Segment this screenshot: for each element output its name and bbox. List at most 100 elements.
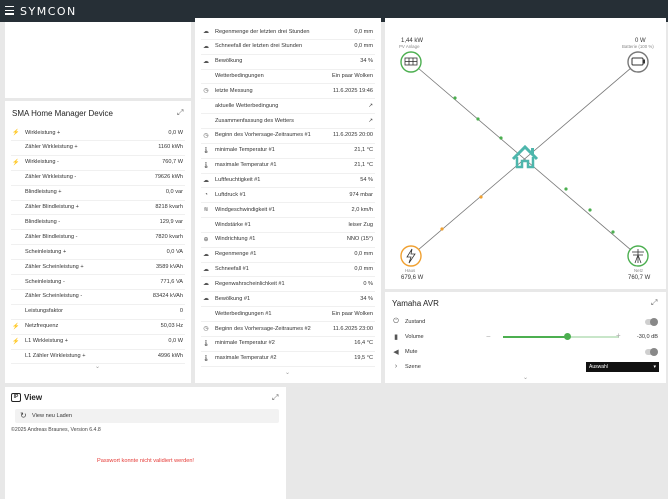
data-row[interactable]: aktuelle Wetterbedingung ↗ bbox=[195, 98, 381, 113]
row-label: Leistungsfaktor bbox=[25, 308, 63, 315]
volume-minus-button[interactable]: − bbox=[486, 332, 491, 341]
expand-icon[interactable]: ⤢ bbox=[272, 394, 280, 402]
row-value: 0,0 mm bbox=[354, 28, 373, 35]
menu-icon[interactable] bbox=[5, 6, 14, 15]
house-node bbox=[400, 245, 422, 267]
row-value: 0,0 mm bbox=[354, 251, 373, 258]
yamaha-avr-card: Yamaha AVR ⤢ ⏻ Zustand ▮ Volume − + -30,… bbox=[385, 292, 666, 383]
reload-button-label: View neu Laden bbox=[32, 413, 73, 419]
data-row: ☁ Schneefall #1 0,0 mm bbox=[195, 262, 381, 277]
mute-toggle[interactable] bbox=[645, 348, 658, 356]
row-label: Luftdruck #1 bbox=[215, 191, 246, 198]
row-value: 54 % bbox=[360, 177, 373, 183]
reload-view-button[interactable]: ↻ View neu Laden bbox=[15, 409, 279, 423]
row-value: 760,7 W bbox=[162, 159, 183, 166]
volume-slider[interactable] bbox=[503, 333, 619, 340]
row-label: Luftfeuchtigkeit #1 bbox=[215, 177, 261, 183]
row-label: Zähler Wirkleistung + bbox=[25, 144, 78, 151]
zustand-toggle[interactable] bbox=[645, 318, 658, 326]
row-label: Schneefall der letzten drei Stunden bbox=[215, 43, 303, 50]
blank-card bbox=[5, 22, 191, 98]
data-row: Zähler Wirkleistung + 1160 kWh bbox=[5, 140, 191, 155]
flow-dot bbox=[440, 227, 444, 231]
data-row: 🌡 minimale Temperatur #2 16,4 °C bbox=[195, 336, 381, 351]
row-value: 0,0 VA bbox=[166, 248, 183, 255]
house-value: 679,6 W bbox=[401, 275, 424, 281]
row-label: Regenmenge #1 bbox=[215, 251, 257, 258]
data-row: 🌡 maximale Temperatur #1 21,1 °C bbox=[195, 158, 381, 173]
row-label: Blindleistung + bbox=[25, 189, 62, 196]
volume-value: -30,0 dB bbox=[636, 333, 658, 340]
app-brand: SYMCON bbox=[20, 5, 77, 18]
data-row: 🌡 minimale Temperatur #1 21,1 °C bbox=[195, 143, 381, 158]
row-label: Beginn des Vorhersage-Zeitraumes #1 bbox=[215, 132, 311, 139]
row-value: 0,0 W bbox=[168, 338, 183, 345]
row-label: Wetterbedingungen bbox=[215, 73, 264, 80]
external-link-icon[interactable]: ↗ bbox=[368, 103, 373, 109]
data-row[interactable]: Zusammenfassung des Wetters ↗ bbox=[195, 113, 381, 128]
data-row: Zähler Blindleistung - 7820 kvarh bbox=[5, 229, 191, 244]
card-title: Yamaha AVR bbox=[392, 299, 439, 308]
row-value: leiser Zug bbox=[348, 221, 373, 228]
data-row: Scheinleistung + 0,0 VA bbox=[5, 244, 191, 259]
data-row: ⚡ Wirkleistung - 760,7 W bbox=[5, 155, 191, 170]
row-label: Scheinleistung + bbox=[25, 248, 67, 255]
row-value: 21,1 °C bbox=[354, 162, 373, 169]
divider bbox=[201, 365, 375, 367]
chevron-down-icon[interactable]: ⌄ bbox=[285, 369, 290, 376]
volume-icon: ▮ bbox=[394, 333, 398, 341]
cloud-icon: ☁ bbox=[203, 281, 209, 288]
external-link-icon[interactable]: ↗ bbox=[368, 118, 373, 124]
row-value: 2,0 km/h bbox=[351, 206, 373, 213]
expand-icon[interactable]: ⤢ bbox=[177, 109, 185, 117]
data-row: ☁ Schneefall der letzten drei Stunden 0,0 … bbox=[195, 39, 381, 54]
avr-szene-row: › Szene Auswahl ▾ bbox=[385, 359, 666, 374]
chevron-down-icon[interactable]: ⌄ bbox=[95, 363, 100, 370]
row-value: 19,5 °C bbox=[354, 355, 373, 362]
szene-select[interactable]: Auswahl ▾ bbox=[586, 362, 659, 372]
row-label: Bewölkung #1 bbox=[215, 295, 251, 302]
row-label: Zähler Blindleistung - bbox=[25, 233, 78, 240]
data-row: L1 Zähler Wirkleistung + 4996 kWh bbox=[5, 349, 191, 364]
row-label: Netzfrequenz bbox=[25, 323, 59, 330]
row-label: Zähler Wirkleistung - bbox=[25, 174, 77, 181]
thermometer-icon: 🌡 bbox=[202, 162, 210, 169]
volume-slider-handle[interactable] bbox=[564, 333, 572, 340]
flow-dot bbox=[611, 230, 615, 234]
data-row: Zähler Wirkleistung - 79626 kWh bbox=[5, 170, 191, 185]
row-label: aktuelle Wetterbedingung bbox=[215, 102, 279, 109]
row-value: 11.6.2025 19:46 bbox=[332, 87, 373, 94]
wind-icon: ≋ bbox=[203, 207, 209, 214]
row-value: 83424 kVAh bbox=[152, 293, 183, 300]
volume-plus-button[interactable]: + bbox=[616, 331, 621, 340]
row-label: Szene bbox=[405, 363, 421, 370]
row-label: Zähler Scheinleistung - bbox=[25, 293, 83, 300]
data-row: 🌡 maximale Temperatur #2 19,5 °C bbox=[195, 351, 381, 366]
house-icon bbox=[511, 144, 539, 169]
row-label: Zustand bbox=[405, 318, 426, 325]
expand-icon[interactable]: ⤢ bbox=[651, 299, 659, 307]
cloud-icon: ☁ bbox=[203, 58, 209, 65]
data-row: Wetterbedingungen #1 Ein paar Wolken bbox=[195, 306, 381, 321]
bolt-icon: ⚡ bbox=[12, 159, 20, 166]
row-label: Zusammenfassung des Wetters bbox=[215, 117, 294, 124]
row-value: 0,0 W bbox=[168, 129, 183, 136]
thermometer-icon: 🌡 bbox=[202, 355, 210, 362]
chevron-down-icon[interactable]: ⌄ bbox=[523, 374, 528, 381]
dropdown-arrow-icon: ▾ bbox=[653, 364, 656, 370]
clock-icon: ◷ bbox=[203, 132, 209, 139]
data-row: Blindleistung - 129,9 var bbox=[5, 214, 191, 229]
szene-select-value: Auswahl bbox=[589, 364, 608, 370]
battery-label: Batterie (100 %) bbox=[622, 44, 654, 49]
cloud-icon: ☁ bbox=[203, 43, 209, 50]
row-value: Ein paar Wolken bbox=[332, 73, 373, 80]
chevron-right-icon: › bbox=[394, 363, 398, 370]
data-row: ☁ Luftfeuchtigkeit #1 54 % bbox=[195, 173, 381, 188]
grid-label: Netz bbox=[634, 268, 643, 273]
cloud-icon: ☁ bbox=[203, 296, 209, 303]
cloud-icon: ☁ bbox=[203, 177, 209, 184]
pv-label: PV Anlage bbox=[399, 44, 420, 49]
row-value: NNO (15°) bbox=[346, 236, 373, 243]
row-value: 0 bbox=[179, 308, 183, 315]
sma-home-manager-card: SMA Home Manager Device ⤢ ⚡ Wirkleistung … bbox=[5, 101, 191, 383]
